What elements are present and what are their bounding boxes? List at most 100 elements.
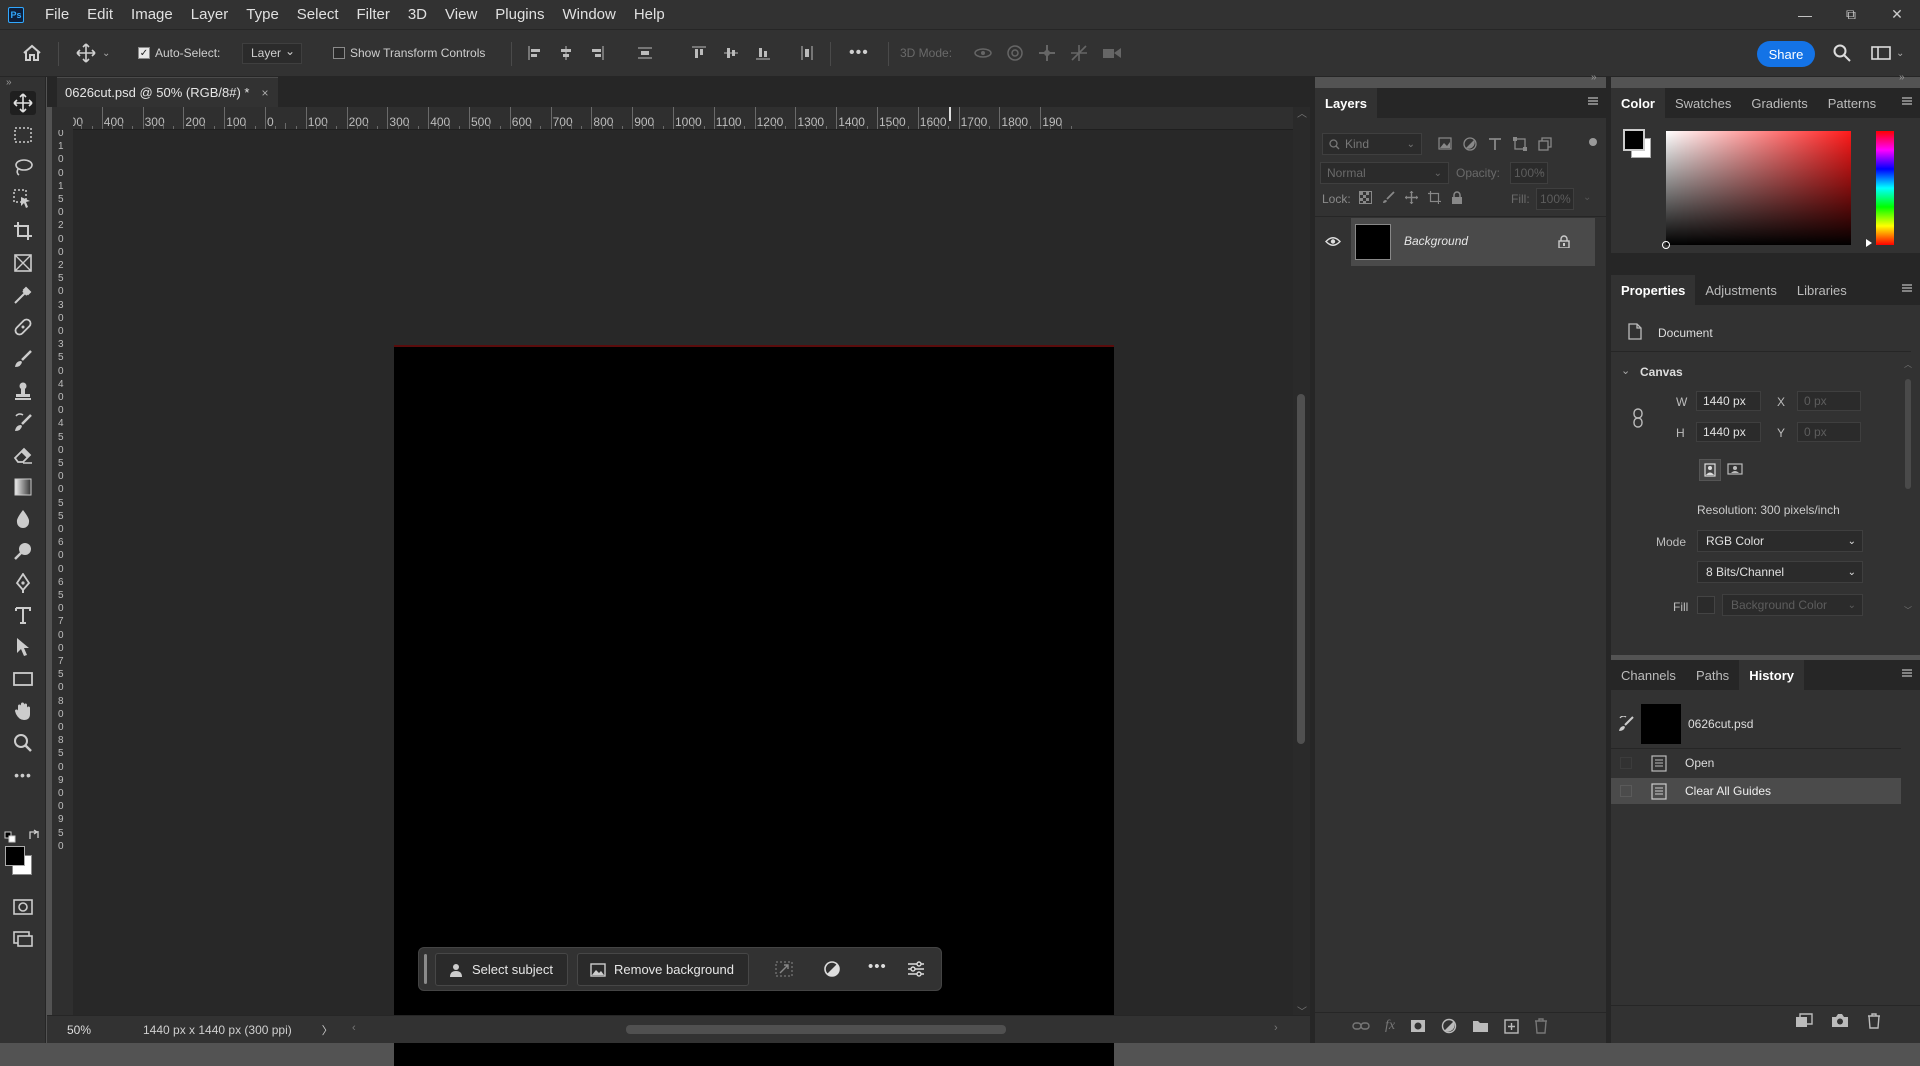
- canvas-section-title[interactable]: Canvas: [1640, 365, 1683, 379]
- quick-mask-button[interactable]: [10, 895, 36, 919]
- history-brush-tool[interactable]: [10, 411, 36, 435]
- more-options-button[interactable]: •••: [849, 30, 869, 76]
- tab-paths[interactable]: Paths: [1686, 660, 1739, 690]
- 3d-scale-icon[interactable]: [1102, 45, 1122, 61]
- eraser-tool[interactable]: [10, 443, 36, 467]
- add-mask-icon[interactable]: [1410, 1019, 1426, 1033]
- vertical-scrollbar[interactable]: ︿ ﹀: [1293, 105, 1310, 1018]
- saturation-brightness-field[interactable]: [1662, 131, 1851, 249]
- edit-toolbar-button[interactable]: •••: [10, 763, 36, 787]
- new-adjustment-layer-icon[interactable]: [1441, 1018, 1457, 1034]
- tab-properties[interactable]: Properties: [1611, 275, 1696, 305]
- default-colors-icon[interactable]: [4, 831, 16, 843]
- pen-tool[interactable]: [10, 571, 36, 595]
- layer-filter-dropdown[interactable]: Kind ⌄: [1322, 133, 1422, 155]
- menu-view[interactable]: View: [436, 0, 486, 29]
- canvas-workspace[interactable]: [73, 130, 1293, 1066]
- gradient-tool[interactable]: [10, 475, 36, 499]
- filter-smart-object-icon[interactable]: [1538, 137, 1552, 151]
- new-document-from-state-icon[interactable]: [1795, 1013, 1813, 1028]
- layer-visibility-toggle[interactable]: [1315, 218, 1350, 266]
- type-tool[interactable]: [10, 603, 36, 627]
- document-tab[interactable]: 0626cut.psd @ 50% (RGB/8#) * ×: [57, 77, 279, 107]
- align-vertical-centers-icon[interactable]: [724, 46, 738, 60]
- tab-gradients[interactable]: Gradients: [1741, 88, 1817, 118]
- menu-file[interactable]: File: [36, 0, 78, 29]
- object-selection-tool[interactable]: [10, 187, 36, 211]
- properties-scrollbar[interactable]: ︿ ﹀: [1904, 360, 1912, 621]
- frame-tool[interactable]: [10, 251, 36, 275]
- 3d-roll-icon[interactable]: [1006, 44, 1024, 62]
- screen-mode-button[interactable]: [10, 927, 36, 951]
- collapse-right-panels-icon[interactable]: »: [1899, 72, 1905, 83]
- show-transform-controls-checkbox[interactable]: [333, 47, 345, 59]
- layer-name[interactable]: Background: [1404, 234, 1468, 248]
- drag-handle[interactable]: [424, 954, 427, 984]
- 3d-orbit-icon[interactable]: [974, 45, 992, 61]
- brush-tool[interactable]: [10, 347, 36, 371]
- workspace-switcher-button[interactable]: ⌄: [1871, 30, 1904, 76]
- align-horizontal-centers-icon[interactable]: [559, 46, 573, 60]
- path-selection-tool[interactable]: [10, 635, 36, 659]
- 3d-slide-icon[interactable]: [1070, 44, 1088, 62]
- bit-depth-dropdown[interactable]: 8 Bits/Channel ⌄: [1697, 561, 1863, 583]
- panel-menu-icon[interactable]: [1588, 96, 1598, 106]
- tab-adjustments[interactable]: Adjustments: [1695, 275, 1787, 305]
- horizontal-scrollbar[interactable]: ‹ ›: [352, 1020, 1278, 1038]
- hue-slider-handle[interactable]: [1866, 239, 1872, 247]
- 3d-pan-icon[interactable]: [1038, 44, 1056, 62]
- menu-plugins[interactable]: Plugins: [486, 0, 553, 29]
- collapse-panels-icon[interactable]: »: [1591, 72, 1597, 83]
- horizontal-ruler[interactable]: 5004003002001000100200300400500600700800…: [73, 107, 1293, 130]
- delete-state-icon[interactable]: [1867, 1013, 1881, 1029]
- panel-menu-icon[interactable]: [1902, 283, 1912, 293]
- rectangle-tool[interactable]: [10, 667, 36, 691]
- align-left-edges-icon[interactable]: [528, 46, 542, 60]
- link-dimensions-icon[interactable]: [1633, 408, 1643, 428]
- scroll-right-icon[interactable]: ›: [1274, 1022, 1278, 1034]
- tab-channels[interactable]: Channels: [1611, 660, 1686, 690]
- panel-menu-icon[interactable]: [1902, 668, 1912, 678]
- tab-libraries[interactable]: Libraries: [1787, 275, 1857, 305]
- vertical-scroll-thumb[interactable]: [1297, 394, 1305, 744]
- history-brush-source-icon[interactable]: [1618, 716, 1634, 732]
- minimize-button[interactable]: —: [1782, 0, 1828, 29]
- layer-lock-icon[interactable]: [1558, 235, 1570, 248]
- history-snapshot-row[interactable]: 0626cut.psd: [1611, 700, 1901, 747]
- color-panel-foreground-swatch[interactable]: [1623, 129, 1645, 151]
- tab-swatches[interactable]: Swatches: [1665, 88, 1741, 118]
- link-layers-icon[interactable]: [1352, 1020, 1370, 1032]
- move-tool[interactable]: [10, 91, 36, 115]
- zoom-level-field[interactable]: 50%: [67, 1023, 147, 1037]
- landscape-orientation-button[interactable]: [1727, 462, 1743, 476]
- transform-selection-button[interactable]: [775, 961, 793, 977]
- adjustment-layer-button[interactable]: [823, 960, 841, 978]
- hue-slider[interactable]: [1876, 131, 1894, 245]
- menu-3d[interactable]: 3D: [399, 0, 436, 29]
- layer-row[interactable]: Background: [1351, 218, 1595, 266]
- history-state-row[interactable]: Open: [1611, 749, 1901, 777]
- menu-filter[interactable]: Filter: [348, 0, 399, 29]
- lasso-tool[interactable]: [10, 155, 36, 179]
- healing-brush-tool[interactable]: [10, 315, 36, 339]
- remove-background-button[interactable]: Remove background: [577, 953, 749, 986]
- lock-transparent-pixels-icon[interactable]: [1359, 191, 1372, 204]
- home-button[interactable]: [22, 30, 42, 76]
- restore-button[interactable]: ⧉: [1828, 0, 1874, 29]
- scroll-up-icon[interactable]: ︿: [1297, 105, 1307, 120]
- dodge-tool[interactable]: [10, 539, 36, 563]
- history-source-checkbox[interactable]: [1620, 757, 1632, 769]
- tab-layers[interactable]: Layers: [1315, 88, 1377, 118]
- filter-pixel-icon[interactable]: [1438, 137, 1452, 150]
- delete-layer-icon[interactable]: [1534, 1018, 1548, 1034]
- zoom-tool[interactable]: [10, 731, 36, 755]
- history-source-checkbox[interactable]: [1620, 785, 1632, 797]
- fill-field[interactable]: 100%: [1536, 188, 1574, 210]
- canvas-width-field[interactable]: 1440 px: [1696, 391, 1761, 411]
- portrait-orientation-button[interactable]: [1699, 459, 1721, 481]
- swap-colors-icon[interactable]: [28, 829, 40, 841]
- tab-history[interactable]: History: [1739, 660, 1804, 690]
- canvas-height-field[interactable]: 1440 px: [1696, 422, 1761, 442]
- blend-mode-dropdown[interactable]: Normal ⌄: [1320, 162, 1449, 184]
- color-mode-dropdown[interactable]: RGB Color ⌄: [1697, 530, 1863, 552]
